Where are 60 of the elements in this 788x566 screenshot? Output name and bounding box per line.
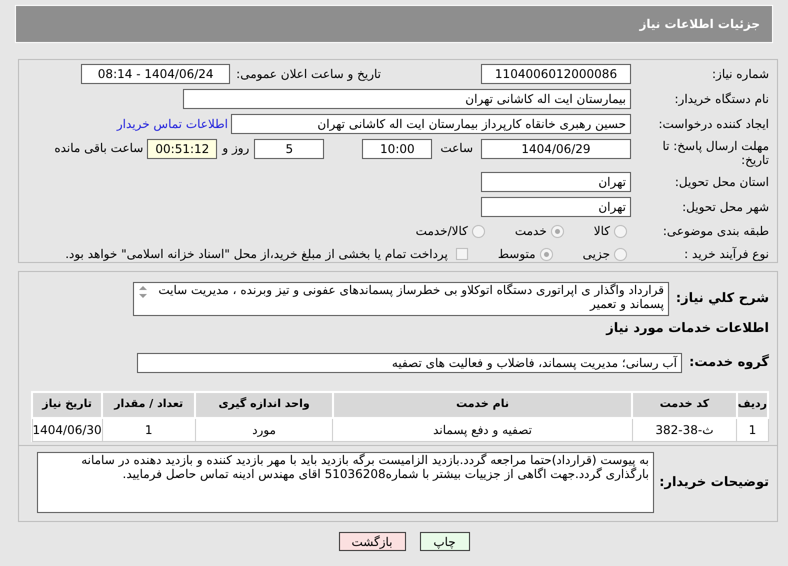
field-label: استان محل تحویل:: [674, 174, 769, 191]
input-field: 1404/06/29: [481, 139, 631, 159]
column-header: ردیف: [736, 392, 768, 418]
field-label: شرح کلي نياز:: [674, 290, 769, 308]
input-field: حسین رهبری خانقاه کارپرداز بیمارستان ایت اله کاشانی تهران: [231, 114, 631, 134]
input-field: 10:00: [362, 139, 432, 159]
description-textarea[interactable]: قرارداد واگذار ی اپراتوری دستگاه اتوکلاو بی خطرساز پسماندهای عفونی و تیز وبرنده ، مدیریت سایت پسماند و تعمیر: [133, 282, 669, 316]
field-label: روز و: [220, 140, 250, 157]
input-field: آب رسانی؛ مدیریت پسماند، فاضلاب و فعالیت های تصفیه: [137, 352, 682, 372]
field-label: ایجاد کننده درخواست:: [657, 116, 769, 133]
radio-label: متوسط: [498, 246, 536, 263]
input-field: 5: [254, 139, 324, 159]
input-field: تهران: [481, 172, 631, 192]
column-header: کد خدمت: [632, 392, 737, 418]
radio-button[interactable]: [472, 224, 485, 238]
column-header: واحد اندازه گیری: [195, 392, 333, 418]
back-button[interactable]: بازگشت: [338, 532, 406, 551]
radio-button[interactable]: [540, 248, 553, 260]
table-cell: 1: [736, 418, 768, 442]
buyer-contact-link[interactable]: اطلاعات تماس خریدار: [116, 115, 228, 133]
payment-checkbox[interactable]: [456, 248, 468, 260]
section-heading: اطلاعات خدمات مورد نیاز: [604, 320, 769, 338]
column-header: تعداد / مقدار: [102, 392, 196, 418]
input-field: 1404/06/24 - 08:14: [81, 64, 230, 84]
input-field: بیمارستان ایت اله کاشانی تهران: [183, 89, 631, 109]
table-cell: تصفیه و دفع پسماند: [332, 418, 632, 442]
table-cell: 1: [102, 418, 196, 442]
input-field: تهران: [481, 197, 631, 217]
field-label: شهر محل تحویل:: [681, 199, 769, 216]
field-label: تاریخ و ساعت اعلان عمومی:: [236, 66, 381, 83]
field-label: طبقه بندی موضوعی:: [662, 223, 769, 240]
radio-label: جزیی: [582, 246, 610, 263]
column-header: تاریخ نیاز: [32, 392, 102, 418]
page-header: جزئیات اطلاعات نیاز: [15, 5, 773, 43]
column-header: نام خدمت: [332, 392, 632, 418]
field-label: نوع فرآیند خرید :: [683, 246, 769, 263]
table-cell: ث-38-382: [632, 418, 737, 442]
field-label: ساعت: [439, 140, 474, 157]
input-field: 1104006012000086: [481, 64, 631, 84]
field-label: گروه خدمت:: [688, 353, 769, 372]
field-label: ساعت باقی مانده: [54, 140, 144, 157]
radio-button[interactable]: [614, 248, 627, 260]
radio-label: کالا/خدمت: [416, 223, 468, 240]
radio-label: خدمت: [514, 223, 547, 240]
radio-button[interactable]: [550, 224, 564, 238]
radio-button[interactable]: [614, 224, 627, 238]
notes-text: به پیوست (قرارداد)حتما مراجعه گردد.بازدید الزامیست برگه بازدید باید با مهر بازدید کننده و بازدید دهنده در سامانه بارگذاری گردد.جهت اگاهی از جزییات بیشتر با شماره51036208 اقای مهندس ادینه تماس حاصل فرمایید.: [81, 453, 649, 481]
input-field: 00:51:12: [147, 139, 218, 159]
scroll-arrows-icon: [138, 285, 148, 299]
table-cell: 1404/06/30: [32, 418, 102, 442]
field-label: نام دستگاه خریدار:: [674, 91, 769, 108]
print-button[interactable]: چاپ: [420, 532, 470, 551]
notes-textarea[interactable]: [37, 452, 654, 513]
radio-label: کالا: [594, 223, 610, 240]
field-label: شماره نیاز:: [711, 66, 769, 83]
description-text: قرارداد واگذار ی اپراتوری دستگاه اتوکلاو بی خطرساز پسماندهای عفونی و تیز وبرنده ، مدیریت سایت پسماند و تعمیر: [157, 283, 664, 313]
table-cell: مورد: [195, 418, 333, 442]
payment-label: پرداخت تمام یا بخشی از مبلغ خرید،از محل "اسناد خزانه اسلامی" خواهد بود.: [65, 246, 448, 263]
field-label: مهلت ارسال پاسخ: تا تاریخ:: [661, 139, 769, 167]
field-label: توضیحات خریدار:: [658, 474, 769, 492]
